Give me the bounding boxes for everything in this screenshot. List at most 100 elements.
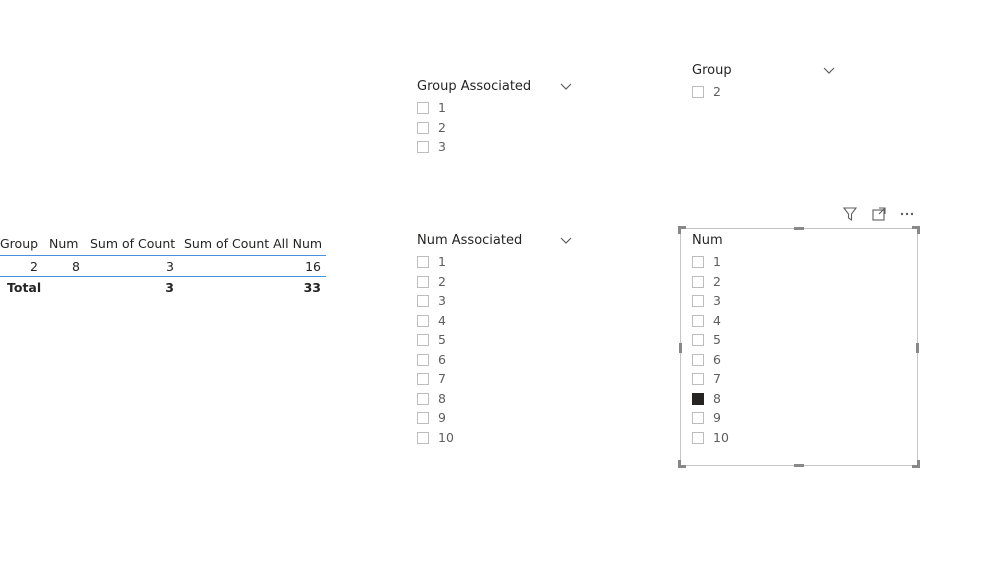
slicer-item[interactable]: 6 <box>692 351 892 371</box>
checkbox[interactable] <box>692 412 704 424</box>
resize-handle[interactable] <box>917 460 920 468</box>
checkbox[interactable] <box>417 373 429 385</box>
checkbox[interactable] <box>417 295 429 307</box>
checkbox[interactable] <box>692 295 704 307</box>
slicer-item-label: 2 <box>438 119 446 135</box>
slicer-item[interactable]: 1 <box>417 253 575 273</box>
checkbox-checked[interactable] <box>692 392 704 405</box>
checkbox[interactable] <box>417 256 429 268</box>
slicer-header: Num <box>692 233 892 253</box>
slicer-title: Num Associated <box>417 233 523 248</box>
total-label: Total <box>7 280 42 295</box>
chevron-down-icon[interactable] <box>559 81 573 93</box>
slicer-item[interactable]: 10 <box>417 429 575 449</box>
checkbox[interactable] <box>417 392 429 405</box>
slicer-item[interactable]: 2 <box>692 273 892 293</box>
slicer-item[interactable]: 4 <box>692 312 892 332</box>
slicer-item[interactable]: 7 <box>692 370 892 390</box>
resize-handle[interactable] <box>794 227 804 230</box>
slicer-item-label: 4 <box>438 312 446 328</box>
checkbox[interactable] <box>692 256 704 268</box>
table-visual: Group Num Sum of Count Sum of Count All … <box>0 232 326 297</box>
slicer-item-label: 2 <box>713 273 721 289</box>
focus-mode-icon[interactable] <box>871 206 887 222</box>
resize-handle[interactable] <box>678 460 681 468</box>
slicer-item-label: 2 <box>438 273 446 289</box>
slicer-item-label: 9 <box>713 410 721 425</box>
chevron-down-icon[interactable] <box>559 235 573 247</box>
checkbox[interactable] <box>692 275 704 288</box>
checkbox[interactable] <box>417 275 429 288</box>
column-header-sum-of-count-all-num[interactable]: Sum of Count All Num <box>184 236 322 251</box>
filter-icon[interactable] <box>842 206 858 222</box>
slicer-item-label: 5 <box>713 332 721 347</box>
slicer-item-label: 3 <box>438 139 446 154</box>
checkbox[interactable] <box>417 121 429 134</box>
column-header-num[interactable]: Num <box>49 236 78 251</box>
slicer-item[interactable]: 9 <box>692 409 892 429</box>
checkbox[interactable] <box>692 353 704 366</box>
slicer-item[interactable]: 3 <box>417 138 575 158</box>
resize-handle[interactable] <box>917 226 920 234</box>
slicer-title: Group <box>692 63 732 78</box>
slicer-item[interactable]: 1 <box>692 253 892 273</box>
checkbox[interactable] <box>417 353 429 366</box>
slicer-item-label: 3 <box>713 293 721 308</box>
checkbox[interactable] <box>417 334 429 346</box>
checkbox[interactable] <box>417 102 429 114</box>
slicer-item-label: 8 <box>438 390 446 406</box>
cell-group: 2 <box>30 259 38 274</box>
cell-sum-of-count: 3 <box>166 259 174 274</box>
slicer-group: Group 2 <box>692 63 838 103</box>
checkbox[interactable] <box>692 86 704 98</box>
checkbox[interactable] <box>692 373 704 385</box>
slicer-header: Num Associated <box>417 233 575 253</box>
slicer-title: Num <box>692 233 723 248</box>
slicer-item[interactable]: 5 <box>417 331 575 351</box>
slicer-item-label: 5 <box>438 332 446 347</box>
column-header-group[interactable]: Group <box>0 236 38 251</box>
slicer-item-label: 10 <box>438 429 454 445</box>
checkbox[interactable] <box>417 314 429 327</box>
slicer-item-label: 9 <box>438 410 446 425</box>
slicer-item-selected[interactable]: 8 <box>692 390 892 410</box>
slicer-item[interactable]: 7 <box>417 370 575 390</box>
slicer-item[interactable]: 3 <box>417 292 575 312</box>
slicer-item[interactable]: 2 <box>417 273 575 293</box>
slicer-item-label: 1 <box>713 254 721 269</box>
slicer-item[interactable]: 9 <box>417 409 575 429</box>
slicer-num-associated: Num Associated 1 2 3 4 5 6 7 8 9 10 <box>417 233 575 448</box>
slicer-item[interactable]: 6 <box>417 351 575 371</box>
checkbox[interactable] <box>417 431 429 444</box>
slicer-item[interactable]: 8 <box>417 390 575 410</box>
slicer-title: Group Associated <box>417 79 532 94</box>
checkbox[interactable] <box>692 431 704 444</box>
resize-handle[interactable] <box>916 343 919 353</box>
slicer-item[interactable]: 1 <box>417 99 575 119</box>
total-sum-of-count: 3 <box>165 280 174 295</box>
resize-handle[interactable] <box>794 464 804 467</box>
slicer-item[interactable]: 3 <box>692 292 892 312</box>
checkbox[interactable] <box>692 314 704 327</box>
slicer-item-label: 3 <box>438 293 446 308</box>
checkbox[interactable] <box>417 141 429 153</box>
slicer-item[interactable]: 10 <box>692 429 892 449</box>
more-options-icon[interactable] <box>899 206 915 222</box>
cell-sum-of-count-all-num: 16 <box>305 259 321 274</box>
slicer-item-label: 2 <box>713 84 721 99</box>
cell-num: 8 <box>72 259 80 274</box>
column-header-sum-of-count[interactable]: Sum of Count <box>90 236 175 251</box>
slicer-item-label: 7 <box>438 371 446 386</box>
checkbox[interactable] <box>692 334 704 346</box>
slicer-item[interactable]: 2 <box>692 83 838 103</box>
checkbox[interactable] <box>417 412 429 424</box>
slicer-group-associated: Group Associated 1 2 3 <box>417 79 575 158</box>
slicer-item[interactable]: 4 <box>417 312 575 332</box>
slicer-item[interactable]: 2 <box>417 119 575 139</box>
slicer-item[interactable]: 5 <box>692 331 892 351</box>
chevron-down-icon[interactable] <box>822 65 836 77</box>
total-sum-of-count-all-num: 33 <box>303 280 321 295</box>
slicer-item-label: 6 <box>438 351 446 367</box>
resize-handle[interactable] <box>679 343 682 353</box>
resize-handle[interactable] <box>678 226 681 234</box>
